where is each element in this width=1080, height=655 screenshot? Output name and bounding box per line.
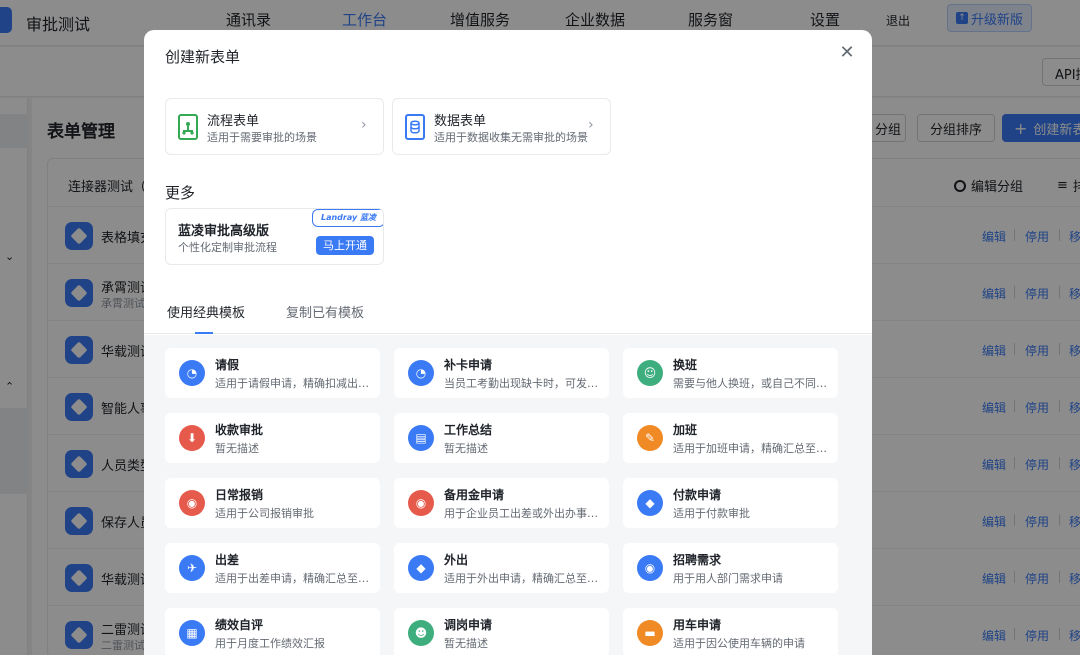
template-card[interactable]: ✈ 出差适用于出差申请，精确汇总至考勤 <box>165 543 380 593</box>
money-bag-icon: ◉ <box>179 490 205 516</box>
template-card[interactable]: ☺ 换班需要与他人换班，或自己不同班次调换 <box>623 348 838 398</box>
download-icon: ⬇ <box>179 425 205 451</box>
flow-form-icon <box>178 114 198 140</box>
template-desc: 适用于请假申请，精确扣减出勤天数 <box>215 377 370 390</box>
dialog-title: 创建新表单 <box>165 48 241 66</box>
template-card[interactable]: ◔ 补卡申请当员工考勤出现缺卡时，可发起补卡申请 <box>394 348 609 398</box>
template-name: 外出 <box>444 553 469 567</box>
template-card[interactable]: ⬇ 收款审批暂无描述 <box>165 413 380 463</box>
tab-copy-existing[interactable]: 复制已有模板 <box>286 302 364 321</box>
flow-form-card[interactable]: 流程表单 适用于需要审批的场景 › <box>165 98 384 155</box>
diamond-icon: ◆ <box>637 490 663 516</box>
landray-promo-card[interactable]: 蓝凌审批高级版 个性化定制审批流程 Landray 蓝凌 马上开通 <box>165 208 384 265</box>
template-card[interactable]: ◉ 招聘需求用于用人部门需求申请 <box>623 543 838 593</box>
template-name: 绩效自评 <box>215 618 264 632</box>
template-name: 请假 <box>215 358 240 372</box>
create-form-dialog: 创建新表单 ✕ 流程表单 适用于需要审批的场景 › 数据表单 适用于数据收集无需… <box>144 30 872 655</box>
template-desc: 用于企业员工出差或外出办事预借款 <box>444 507 599 520</box>
template-desc: 用于月度工作绩效汇报 <box>215 637 325 650</box>
template-desc: 暂无描述 <box>444 442 488 455</box>
document-icon: ▤ <box>408 425 434 451</box>
template-desc: 适用于出差申请，精确汇总至考勤 <box>215 572 370 585</box>
chevron-right-icon: › <box>361 117 367 133</box>
close-icon[interactable]: ✕ <box>838 44 856 62</box>
user-icon: ☻ <box>408 620 434 646</box>
template-name: 付款申请 <box>673 488 722 502</box>
template-card[interactable]: ✎ 加班适用于加班申请，精确汇总至考勤 <box>623 413 838 463</box>
template-card[interactable]: ▬ 用车申请适用于因公使用车辆的申请 <box>623 608 838 655</box>
active-tab-indicator <box>195 332 213 334</box>
template-name: 日常报销 <box>215 488 264 502</box>
template-name: 出差 <box>215 553 240 567</box>
data-form-title: 数据表单 <box>434 114 487 129</box>
template-desc: 适用于公司报销审批 <box>215 507 314 520</box>
flow-form-desc: 适用于需要审批的场景 <box>207 131 317 144</box>
template-desc: 暂无描述 <box>215 442 259 455</box>
landray-logo: Landray 蓝凌 <box>312 209 383 227</box>
template-card[interactable]: ☻ 调岗申请暂无描述 <box>394 608 609 655</box>
data-form-desc: 适用于数据收集无需审批的场景 <box>434 131 588 144</box>
template-desc: 暂无描述 <box>444 637 488 650</box>
template-desc: 用于用人部门需求申请 <box>673 572 783 585</box>
data-form-icon <box>405 114 425 140</box>
overtime-icon: ✎ <box>637 425 663 451</box>
template-name: 招聘需求 <box>673 553 722 567</box>
template-name: 工作总结 <box>444 423 493 437</box>
promo-desc: 个性化定制审批流程 <box>178 241 277 254</box>
template-name: 加班 <box>673 423 698 437</box>
data-form-card[interactable]: 数据表单 适用于数据收集无需审批的场景 › <box>392 98 611 155</box>
template-name: 调岗申请 <box>444 618 493 632</box>
promo-title: 蓝凌审批高级版 <box>178 224 270 239</box>
template-tabs: 使用经典模板 复制已有模板 <box>144 292 872 334</box>
template-desc: 适用于付款审批 <box>673 507 750 520</box>
template-desc: 适用于因公使用车辆的申请 <box>673 637 805 650</box>
swap-user-icon: ☺ <box>637 360 663 386</box>
template-name: 收款审批 <box>215 423 264 437</box>
diamond-icon: ◆ <box>408 555 434 581</box>
eye-icon: ◉ <box>637 555 663 581</box>
template-card[interactable]: ◆ 外出适用于外出申请，精确汇总至考勤 <box>394 543 609 593</box>
template-name: 换班 <box>673 358 698 372</box>
clock-icon: ◔ <box>179 360 205 386</box>
template-desc: 需要与他人换班，或自己不同班次调换 <box>673 377 828 390</box>
chart-icon: ▦ <box>179 620 205 646</box>
template-card[interactable]: ▦ 绩效自评用于月度工作绩效汇报 <box>165 608 380 655</box>
flow-form-title: 流程表单 <box>207 114 260 129</box>
template-name: 补卡申请 <box>444 358 493 372</box>
car-icon: ▬ <box>637 620 663 646</box>
tab-classic-templates[interactable]: 使用经典模板 <box>167 302 245 321</box>
chevron-right-icon: › <box>588 117 594 133</box>
template-card[interactable]: ◔ 请假适用于请假申请，精确扣减出勤天数 <box>165 348 380 398</box>
template-grid: ◔ 请假适用于请假申请，精确扣减出勤天数 ◔ 补卡申请当员工考勤出现缺卡时，可发起补卡… <box>144 335 872 655</box>
money-bag-icon: ◉ <box>408 490 434 516</box>
clock-icon: ◔ <box>408 360 434 386</box>
plane-icon: ✈ <box>179 555 205 581</box>
template-name: 备用金申请 <box>444 488 505 502</box>
template-card[interactable]: ◆ 付款申请适用于付款审批 <box>623 478 838 528</box>
template-name: 用车申请 <box>673 618 722 632</box>
template-desc: 当员工考勤出现缺卡时，可发起补卡申请 <box>444 377 599 390</box>
template-card[interactable]: ◉ 日常报销适用于公司报销审批 <box>165 478 380 528</box>
template-card[interactable]: ▤ 工作总结暂无描述 <box>394 413 609 463</box>
activate-now-button[interactable]: 马上开通 <box>316 236 374 255</box>
template-card[interactable]: ◉ 备用金申请用于企业员工出差或外出办事预借款 <box>394 478 609 528</box>
more-section-title: 更多 <box>165 184 196 202</box>
template-desc: 适用于加班申请，精确汇总至考勤 <box>673 442 828 455</box>
template-desc: 适用于外出申请，精确汇总至考勤 <box>444 572 599 585</box>
